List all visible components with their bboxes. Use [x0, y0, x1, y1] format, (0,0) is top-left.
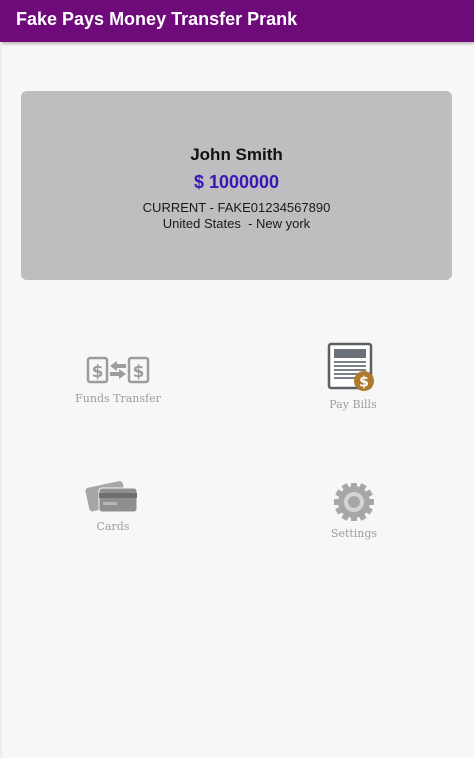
app-bar: Fake Pays Money Transfer Prank [0, 0, 474, 42]
account-number: CURRENT - FAKE01234567890 [142, 200, 331, 215]
pay-bills-label: Pay Bills [329, 398, 377, 411]
account-holder-name: John Smith [190, 145, 283, 164]
app-title: Fake Pays Money Transfer Prank [16, 9, 298, 29]
account-location: United States - New york [162, 216, 311, 231]
account-balance: $ 1000000 [193, 172, 280, 192]
funds-transfer-button[interactable]: $ $ Funds Transfer [38, 356, 198, 405]
funds-transfer-icon: $ $ [86, 356, 150, 384]
left-edge-divider [0, 42, 2, 758]
cards-button[interactable]: Cards [33, 478, 193, 533]
gear-icon [334, 483, 374, 521]
svg-text:$: $ [359, 375, 369, 391]
pay-bills-button[interactable]: $ Pay Bills [273, 342, 433, 411]
funds-transfer-label: Funds Transfer [75, 392, 161, 405]
svg-text:$: $ [133, 362, 145, 382]
account-card: John Smith $ 1000000 CURRENT - FAKE01234… [21, 91, 452, 280]
svg-text:$: $ [92, 362, 104, 382]
credit-card-icon [85, 481, 138, 513]
settings-label: Settings [330, 527, 378, 540]
bill-icon: $ [327, 342, 374, 391]
settings-button[interactable]: Settings [274, 483, 434, 540]
cards-label: Cards [96, 520, 130, 533]
